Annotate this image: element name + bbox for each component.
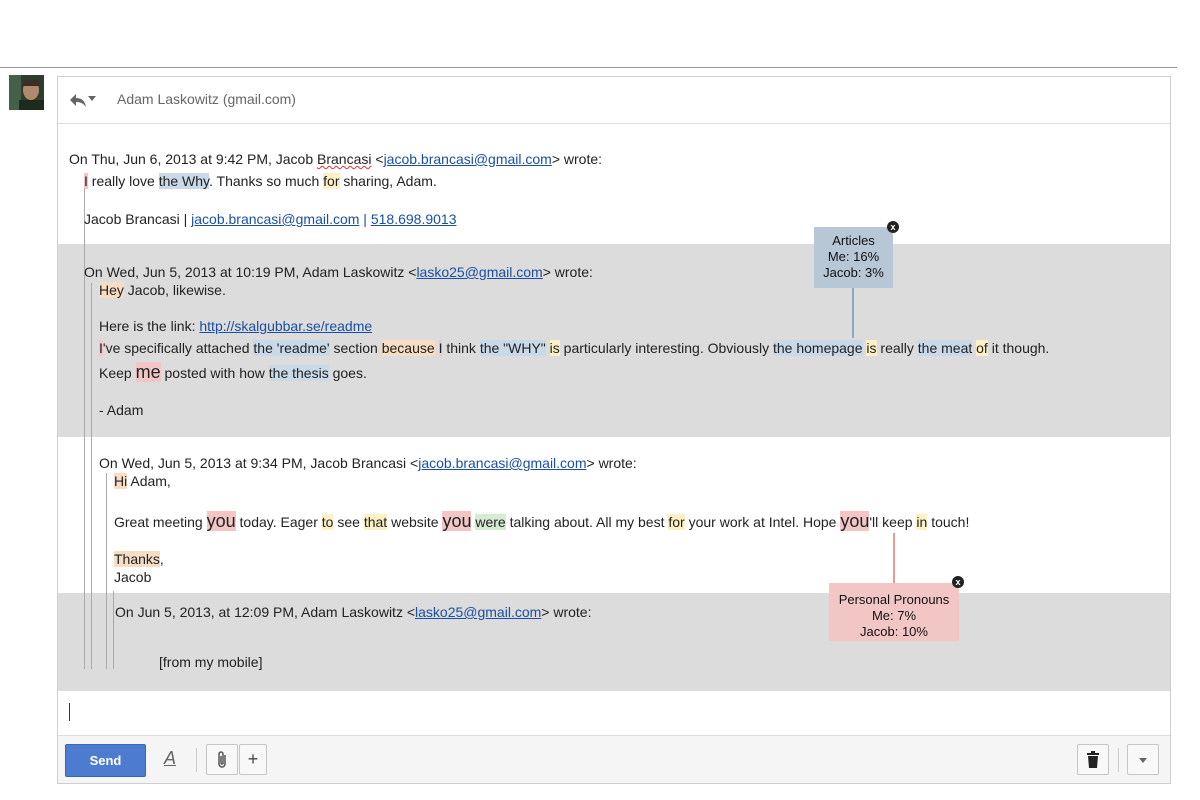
msg2-greeting: Hey Jacob, likewise. xyxy=(99,282,226,298)
signature-phone-link[interactable]: 518.698.9013 xyxy=(371,211,457,227)
msg3-greeting: Hi Adam, xyxy=(114,473,171,489)
articles-jacob: Jacob: 3% xyxy=(823,265,884,280)
msg2-signoff: - Adam xyxy=(99,402,144,418)
msg3-body-line: Great meeting you today. Eager to see th… xyxy=(114,511,970,531)
articles-title: Articles xyxy=(832,233,875,248)
pronouns-me: Me: 7% xyxy=(871,608,917,623)
attach-button[interactable] xyxy=(206,744,238,775)
readme-link[interactable]: http://skalgubbar.se/readme xyxy=(199,318,372,334)
toolbar-divider xyxy=(196,748,197,772)
articles-tooltip: Articles Me: 16% Jacob: 3% xyxy=(814,227,893,288)
quote-bar xyxy=(91,283,92,669)
msg3-signoff: Jacob xyxy=(114,569,152,585)
compose-toolbar: Send A + xyxy=(58,735,1170,783)
msg2-link-line: Here is the link: http://skalgubbar.se/r… xyxy=(99,318,373,334)
msg4-header: On Jun 5, 2013, at 12:09 PM, Adam Laskow… xyxy=(115,604,592,620)
msg2-header: On Wed, Jun 5, 2013 at 10:19 PM, Adam La… xyxy=(84,264,593,280)
msg1-email-link[interactable]: jacob.brancasi@gmail.com xyxy=(384,151,552,167)
msg4-body: [from my mobile] xyxy=(159,654,263,670)
avatar[interactable] xyxy=(9,75,44,110)
msg2-keep-line: Keep me posted with how the thesis goes. xyxy=(99,362,367,382)
compose-text-cursor[interactable] xyxy=(69,703,70,721)
articles-me: Me: 16% xyxy=(827,249,880,264)
signature-email-link[interactable]: jacob.brancasi@gmail.com xyxy=(191,211,359,227)
msg3-email-link[interactable]: jacob.brancasi@gmail.com xyxy=(418,455,586,471)
more-options-button[interactable]: + xyxy=(239,744,267,775)
top-divider xyxy=(0,67,1177,68)
pronouns-connector xyxy=(893,533,895,583)
thread-header: Adam Laskowitz (gmail.com) xyxy=(58,77,1170,124)
send-button[interactable]: Send xyxy=(65,744,146,777)
quote-bar xyxy=(113,591,114,669)
trash-icon xyxy=(1087,751,1099,768)
pronouns-jacob: Jacob: 10% xyxy=(860,624,928,639)
msg3-header: On Wed, Jun 5, 2013 at 9:34 PM, Jacob Br… xyxy=(99,455,637,471)
reply-icon[interactable] xyxy=(68,90,88,110)
pronouns-tooltip: Personal Pronouns Me: 7% Jacob: 10% xyxy=(829,583,959,641)
msg2-email-link[interactable]: lasko25@gmail.com xyxy=(416,264,542,280)
discard-button[interactable] xyxy=(1077,744,1109,775)
pronouns-title: Personal Pronouns xyxy=(838,592,950,607)
quote-bar xyxy=(84,173,85,669)
sender-name[interactable]: Adam Laskowitz (gmail.com) xyxy=(117,91,296,107)
formatting-options-icon[interactable]: A xyxy=(160,748,180,772)
msg2-body-line: I've specifically attached the 'readme' … xyxy=(99,340,1050,356)
msg1-line1: I really love the Why. Thanks so much fo… xyxy=(84,173,437,189)
msg1-signature: Jacob Brancasi | jacob.brancasi@gmail.co… xyxy=(84,211,457,227)
reply-menu-chevron-icon[interactable] xyxy=(88,96,96,101)
paperclip-icon xyxy=(218,751,226,768)
articles-connector xyxy=(852,288,854,338)
toolbar-divider xyxy=(1118,748,1119,772)
avatar-photo xyxy=(9,75,44,110)
articles-close-icon[interactable]: x xyxy=(887,221,899,233)
pronouns-close-icon[interactable]: x xyxy=(952,576,964,588)
quote-bar xyxy=(106,473,107,669)
msg3-thanks: Thanks, xyxy=(114,551,164,567)
msg1-header: On Thu, Jun 6, 2013 at 9:42 PM, Jacob Br… xyxy=(69,151,603,167)
chevron-down-icon xyxy=(1139,757,1147,763)
compose-more-button[interactable] xyxy=(1127,744,1159,775)
email-thread-card: Adam Laskowitz (gmail.com) On Thu, Jun 6… xyxy=(57,76,1171,784)
msg4-email-link[interactable]: lasko25@gmail.com xyxy=(415,604,541,620)
